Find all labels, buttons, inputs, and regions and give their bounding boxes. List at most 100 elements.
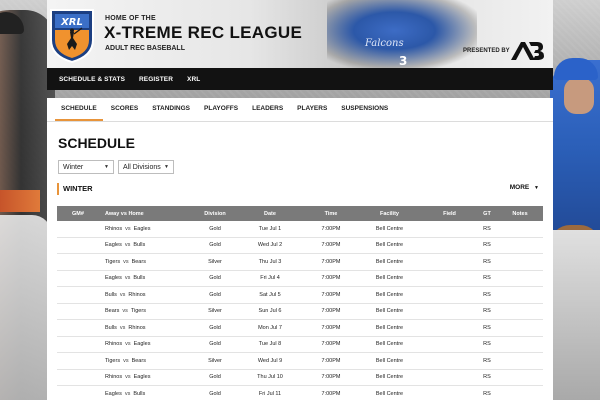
cell-home-team[interactable]: Eagles [134, 374, 151, 380]
cell-facility[interactable]: Bell Centre [357, 308, 422, 314]
cell-away-team[interactable]: Rhinos [105, 226, 122, 232]
col-gm[interactable]: GM# [57, 211, 99, 217]
table-row[interactable]: Eagles vs Bulls Gold Fri Jul 4 7:00PM Bell Cen… [57, 271, 543, 287]
table-row[interactable]: Rhinos vs Eagles Gold Tue Jul 8 7:00PM Bell Ce… [57, 337, 543, 353]
cell-facility[interactable]: Bell Centre [357, 391, 422, 397]
table-row[interactable]: Tigers vs Bears Silver Wed Jul 9 7:00PM Bell C… [57, 353, 543, 370]
tab-playoffs[interactable]: PLAYOFFS [198, 105, 244, 121]
cell-division: Gold [209, 341, 221, 348]
cell-home-team[interactable]: Tigers [131, 308, 146, 314]
cell-time: 7:00PM [321, 258, 341, 265]
cell-facility[interactable]: Bell Centre [357, 242, 422, 248]
cell-home-team[interactable]: Bears [132, 259, 146, 265]
more-button[interactable]: MORE ▼ [510, 184, 539, 191]
cell-away-team[interactable]: Tigers [105, 358, 120, 364]
tab-scores[interactable]: SCORES [105, 105, 144, 121]
cell-date: Fri Jul 4 [260, 275, 280, 282]
col-field[interactable]: Field [422, 211, 477, 217]
cell-vs: vs [125, 341, 131, 348]
tab-players[interactable]: PLAYERS [291, 105, 333, 121]
table-row[interactable]: Bulls vs Rhinos Gold Mon Jul 7 7:00PM Bell Cen… [57, 320, 543, 337]
cell-away-team[interactable]: Rhinos [105, 374, 122, 380]
cell-away-team[interactable]: Tigers [105, 259, 120, 265]
col-notes[interactable]: Notes [497, 211, 543, 217]
cell-home-team[interactable]: Eagles [134, 341, 151, 347]
cell-vs: vs [122, 308, 128, 315]
cell-facility[interactable]: Bell Centre [357, 259, 422, 265]
cell-away-team[interactable]: Eagles [105, 391, 122, 397]
cell-away-team[interactable]: Bulls [105, 292, 117, 298]
league-title[interactable]: X-TREME REC LEAGUE [104, 23, 302, 43]
cell-division: Gold [209, 225, 221, 232]
caret-down-icon: ▼ [104, 164, 109, 170]
cell-home-team[interactable]: Eagles [134, 226, 151, 232]
tab-leaders[interactable]: LEADERS [246, 105, 289, 121]
cell-facility[interactable]: Bell Centre [357, 275, 422, 281]
cell-facility[interactable]: Bell Centre [357, 325, 422, 331]
cell-vs: vs [123, 357, 129, 364]
cell-away-team[interactable]: Bears [105, 308, 119, 314]
cell-time: 7:00PM [321, 308, 341, 315]
cell-away-team[interactable]: Rhinos [105, 341, 122, 347]
season-select[interactable]: Winter ▼ [58, 160, 114, 174]
jersey-number: 3 [399, 54, 408, 68]
col-date[interactable]: Date [235, 211, 305, 217]
table-row[interactable]: Eagles vs Bulls Gold Fri Jul 11 7:00PM Bell Ce… [57, 386, 543, 400]
cell-matchup: Bulls vs Rhinos [99, 325, 195, 331]
nav-item-register[interactable]: REGISTER [139, 76, 173, 83]
table-row[interactable]: Eagles vs Bulls Gold Wed Jul 2 7:00PM Bell Cen… [57, 238, 543, 254]
cell-home-team[interactable]: Bears [132, 358, 146, 364]
cell-division: Gold [209, 275, 221, 282]
presented-by-label: PRESENTED BY [463, 48, 510, 54]
cell-matchup: Tigers vs Bears [99, 358, 195, 364]
cell-away-team[interactable]: Eagles [105, 242, 122, 248]
cell-home-team[interactable]: Bulls [133, 275, 145, 281]
cell-away-team[interactable]: Eagles [105, 275, 122, 281]
cell-home-team[interactable]: Rhinos [128, 325, 145, 331]
col-division[interactable]: Division [195, 211, 235, 217]
col-gt[interactable]: GT [477, 211, 497, 217]
cell-vs: vs [119, 324, 126, 331]
cell-matchup: Rhinos vs Eagles [99, 226, 195, 232]
cell-away-team[interactable]: Bulls [105, 325, 117, 331]
cell-vs: vs [125, 374, 131, 381]
cell-time: 7:00PM [321, 341, 341, 348]
site-header: Falcons 3 XRL HOME OF THE X-TREME REC LE… [47, 0, 553, 68]
cell-facility[interactable]: Bell Centre [357, 341, 422, 347]
cell-division: Gold [209, 324, 221, 331]
cell-vs: vs [124, 275, 131, 282]
content-card: SCHEDULE SCORES STANDINGS PLAYOFFS LEADE… [47, 98, 553, 400]
nav-item-schedule-stats[interactable]: SCHEDULE & STATS [59, 76, 125, 83]
cell-vs: vs [123, 258, 129, 265]
xrl-logo-icon[interactable]: XRL [47, 6, 97, 64]
division-select[interactable]: All Divisions ▼ [118, 160, 174, 174]
cell-matchup: Bulls vs Rhinos [99, 292, 195, 298]
tab-standings[interactable]: STANDINGS [146, 105, 196, 121]
table-row[interactable]: Rhinos vs Eagles Gold Tue Jul 1 7:00PM Bell Ce… [57, 221, 543, 238]
cell-vs: vs [124, 390, 131, 397]
cell-home-team[interactable]: Bulls [133, 242, 145, 248]
cell-facility[interactable]: Bell Centre [357, 358, 422, 364]
cell-time: 7:00PM [321, 242, 341, 249]
cell-gt: RS [483, 374, 491, 381]
sponsor-logo-icon[interactable]: AB [509, 40, 545, 62]
cell-home-team[interactable]: Bulls [133, 391, 145, 397]
cell-vs: vs [119, 291, 126, 298]
col-away-home[interactable]: Away vs Home [99, 211, 195, 217]
table-row[interactable]: Rhinos vs Eagles Gold Thu Jul 10 7:00PM Bell C… [57, 370, 543, 386]
cell-gt: RS [483, 291, 491, 298]
table-row[interactable]: Bears vs Tigers Silver Sun Jul 6 7:00PM Bell C… [57, 304, 543, 320]
cell-home-team[interactable]: Rhinos [128, 292, 145, 298]
cell-date: Tue Jul 8 [258, 341, 282, 348]
table-row[interactable]: Tigers vs Bears Silver Thu Jul 3 7:00PM Bell C… [57, 254, 543, 271]
cell-facility[interactable]: Bell Centre [357, 226, 422, 232]
tab-suspensions[interactable]: SUSPENSIONS [335, 105, 394, 121]
nav-item-xrl[interactable]: XRL [187, 76, 200, 83]
cell-facility[interactable]: Bell Centre [357, 374, 422, 380]
cell-date: Wed Jul 9 [257, 357, 283, 364]
cell-facility[interactable]: Bell Centre [357, 292, 422, 298]
table-row[interactable]: Bulls vs Rhinos Gold Sat Jul 5 7:00PM Bell Cen… [57, 287, 543, 304]
col-facility[interactable]: Facility [357, 211, 422, 217]
tab-schedule[interactable]: SCHEDULE [55, 105, 103, 121]
col-time[interactable]: Time [305, 211, 357, 217]
